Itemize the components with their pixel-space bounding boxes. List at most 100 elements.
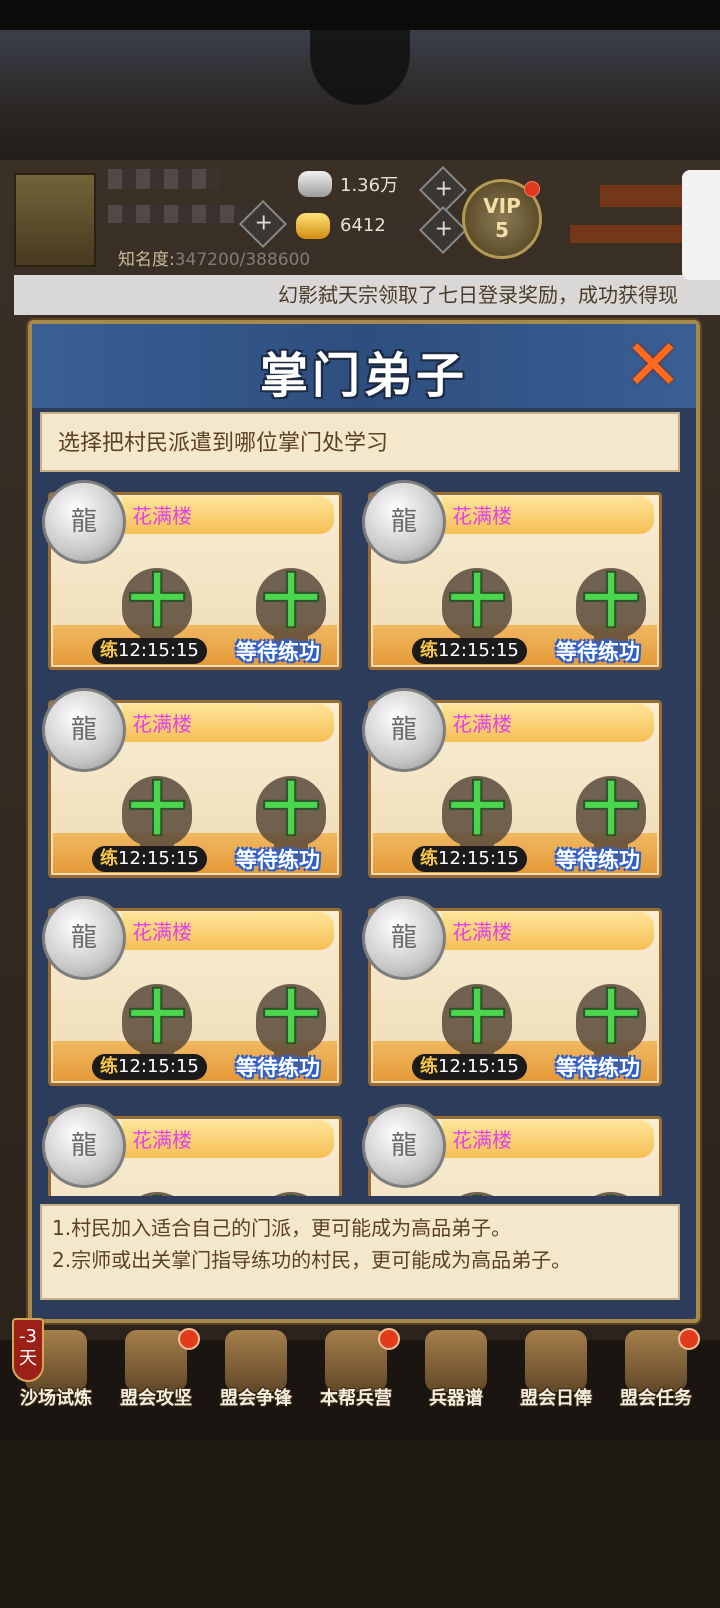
master-card[interactable]: 龍花满楼十 十练12:15:15 等待练功 bbox=[362, 480, 662, 670]
close-icon[interactable]: ✕ bbox=[620, 330, 686, 400]
add-disciple-icon: 十 bbox=[583, 570, 639, 635]
disciple-slot[interactable]: 十 bbox=[576, 568, 646, 654]
add-disciple-icon: 十 bbox=[129, 778, 185, 843]
menu-item[interactable]: 兵器谱 bbox=[406, 1318, 506, 1418]
add-disciple-icon: 十 bbox=[583, 778, 639, 843]
disciple-slot[interactable]: 十 bbox=[442, 568, 512, 654]
timer-prefix: 练 bbox=[100, 1056, 118, 1077]
menu-item-label: 盟会攻坚 bbox=[120, 1388, 192, 1409]
training-timer: 练12:15:15 bbox=[412, 846, 527, 872]
dragon-medal-icon: 龍 bbox=[42, 688, 126, 772]
master-card[interactable]: 龍花满楼十 十练12:15:15 等待练功 bbox=[42, 480, 342, 670]
player-info-redacted bbox=[108, 205, 248, 223]
ticker-text: 幻影弑天宗领取了七日登录奖励，成功获得现 bbox=[278, 283, 678, 307]
disciple-slot[interactable]: 十 bbox=[122, 1192, 192, 1196]
disciple-slot[interactable]: 十 bbox=[256, 1192, 326, 1196]
fame-readout: 知名度:347200/388600 bbox=[118, 245, 310, 270]
notification-dot bbox=[678, 1328, 700, 1350]
plus-icon: + bbox=[434, 216, 453, 242]
dragon-medal-icon: 龍 bbox=[362, 1104, 446, 1188]
disciple-slot[interactable]: 十 bbox=[576, 1192, 646, 1196]
instruction-text: 选择把村民派遣到哪位掌门处学习 bbox=[40, 412, 680, 472]
add-disciple-icon: 十 bbox=[263, 778, 319, 843]
disciple-slot[interactable]: 十 bbox=[442, 776, 512, 862]
master-card[interactable]: 龍花满楼十 十练12:15:15 等待练功 bbox=[42, 896, 342, 1086]
disciple-slot[interactable]: 十 bbox=[122, 984, 192, 1070]
timer-value: 12:15:15 bbox=[438, 1056, 519, 1077]
master-card[interactable]: 龍花满楼十 十练12:15:15 等待练功 bbox=[362, 896, 662, 1086]
training-status: 等待练功 bbox=[236, 848, 320, 872]
training-timer: 练12:15:15 bbox=[412, 638, 527, 664]
training-timer: 练12:15:15 bbox=[412, 1054, 527, 1080]
training-status: 等待练功 bbox=[556, 848, 640, 872]
training-timer: 练12:15:15 bbox=[92, 638, 207, 664]
timer-value: 12:15:15 bbox=[438, 640, 519, 661]
add-gold-button[interactable]: + bbox=[418, 205, 468, 255]
disciple-slot[interactable]: 十 bbox=[122, 568, 192, 654]
dragon-medal-icon: 龍 bbox=[362, 896, 446, 980]
menu-item[interactable]: 盟会任务 bbox=[606, 1318, 706, 1418]
plus-icon: + bbox=[254, 210, 273, 236]
disciple-slot[interactable]: 十 bbox=[576, 776, 646, 862]
add-disciple-icon: 十 bbox=[256, 1192, 326, 1196]
status-bar bbox=[0, 0, 720, 30]
master-card[interactable]: 龍花满楼十 十练12:15:15 等待练功 bbox=[42, 688, 342, 878]
disciple-slot[interactable]: 十 bbox=[256, 776, 326, 862]
player-avatar[interactable] bbox=[14, 173, 96, 267]
add-disciple-icon: 十 bbox=[576, 1192, 646, 1196]
master-name: 花满楼 bbox=[132, 504, 192, 528]
side-drawer-tab[interactable] bbox=[682, 170, 720, 280]
master-name: 花满楼 bbox=[452, 920, 512, 944]
master-name: 花满楼 bbox=[132, 1128, 192, 1152]
menu-item-label: 沙场试炼 bbox=[20, 1388, 92, 1409]
dragon-medal-icon: 龍 bbox=[42, 896, 126, 980]
timer-prefix: 练 bbox=[420, 1056, 438, 1077]
silver-amount: 1.36万 bbox=[340, 175, 399, 196]
add-disciple-icon: 十 bbox=[449, 778, 505, 843]
vip-level: 5 bbox=[495, 218, 509, 242]
disciple-slot[interactable]: 十 bbox=[256, 568, 326, 654]
timer-value: 12:15:15 bbox=[118, 848, 199, 869]
disciple-slot[interactable]: 十 bbox=[576, 984, 646, 1070]
vip-label: VIP bbox=[483, 194, 521, 218]
dragon-medal-icon: 龍 bbox=[42, 480, 126, 564]
master-name: 花满楼 bbox=[132, 920, 192, 944]
master-name: 花满楼 bbox=[132, 712, 192, 736]
add-disciple-icon: 十 bbox=[122, 1192, 192, 1196]
notification-dot bbox=[378, 1328, 400, 1350]
timer-prefix: 练 bbox=[100, 640, 118, 661]
fame-value: 347200/388600 bbox=[174, 250, 311, 270]
timer-value: 12:15:15 bbox=[118, 1056, 199, 1077]
add-disciple-icon: 十 bbox=[449, 570, 505, 635]
menu-item[interactable]: 盟会日俸 bbox=[506, 1318, 606, 1418]
tips-box: 1.村民加入适合自己的门派，更可能成为高品弟子。 2.宗师或出关掌门指导练功的村… bbox=[40, 1204, 680, 1300]
countdown-badge: -3 天 bbox=[12, 1318, 44, 1382]
add-disciple-icon: 十 bbox=[583, 986, 639, 1051]
disciple-slot[interactable]: 十 bbox=[442, 984, 512, 1070]
disciple-slot[interactable]: 十 bbox=[256, 984, 326, 1070]
training-timer: 练12:15:15 bbox=[92, 846, 207, 872]
disciple-slot[interactable]: 十 bbox=[122, 776, 192, 862]
timer-prefix: 练 bbox=[420, 848, 438, 869]
menu-item[interactable]: 盟会争锋 bbox=[206, 1318, 306, 1418]
master-card-grid[interactable]: 龍花满楼十十练12:15:15 等待练功龍花满楼十十练12:15:15 等待练功龍花… bbox=[36, 470, 684, 1196]
menu-item-label: 本帮兵营 bbox=[320, 1388, 392, 1409]
add-disciple-icon: 十 bbox=[442, 1192, 512, 1196]
sect-disciple-dialog: 掌门弟子 ✕ 选择把村民派遣到哪位掌门处学习 龍花满楼十十练12:15:15 等待… bbox=[28, 320, 700, 1323]
menu-item[interactable]: 盟会攻坚 bbox=[106, 1318, 206, 1418]
dragon-medal-icon: 龍 bbox=[362, 480, 446, 564]
master-card[interactable]: 龍花满楼十 十 bbox=[362, 1104, 662, 1196]
notification-dot bbox=[178, 1328, 200, 1350]
dragon-medal-icon: 龍 bbox=[362, 688, 446, 772]
menu-item[interactable]: 本帮兵营 bbox=[306, 1318, 406, 1418]
gold-amount: 6412 bbox=[340, 215, 386, 236]
rank-redacted bbox=[570, 225, 684, 243]
dialog-header: 掌门弟子 ✕ bbox=[32, 324, 696, 408]
timer-prefix: 练 bbox=[100, 848, 118, 869]
menu-item-label: 盟会日俸 bbox=[520, 1388, 592, 1409]
master-card[interactable]: 龍花满楼十 十练12:15:15 等待练功 bbox=[362, 688, 662, 878]
master-card[interactable]: 龍花满楼十 十 bbox=[42, 1104, 342, 1196]
disciple-slot[interactable]: 十 bbox=[442, 1192, 512, 1196]
add-disciple-icon: 十 bbox=[449, 986, 505, 1051]
scroll-icon bbox=[425, 1330, 487, 1392]
